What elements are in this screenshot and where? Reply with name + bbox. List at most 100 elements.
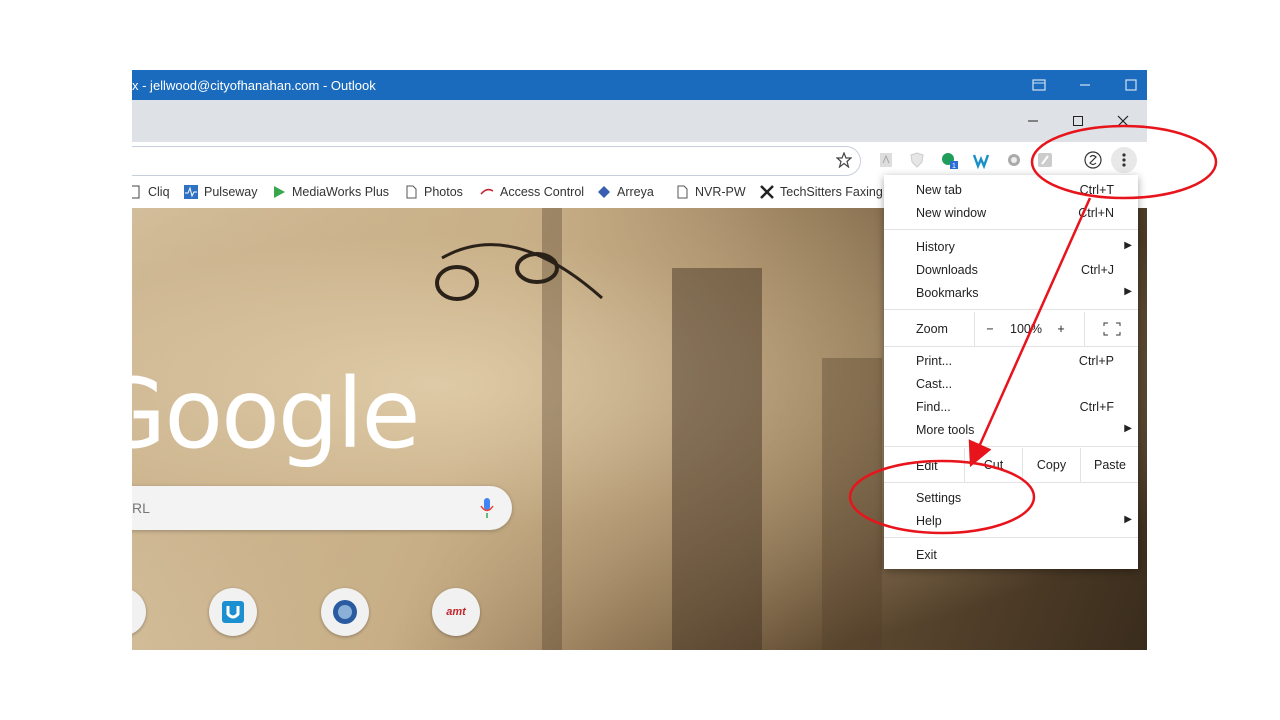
techsitters-icon: [760, 185, 774, 199]
ntp-search-box[interactable]: RL: [132, 486, 512, 530]
fullscreen-icon: [1103, 322, 1121, 336]
bookmark-pulseway[interactable]: Pulseway: [184, 185, 258, 199]
menu-item-help[interactable]: Help ▶: [884, 510, 1138, 533]
fullscreen-button[interactable]: [1084, 312, 1139, 346]
menu-item-more-tools[interactable]: More tools ▶: [884, 419, 1138, 442]
submenu-arrow-icon: ▶: [1124, 423, 1132, 434]
three-dots-vertical-icon: [1122, 153, 1126, 167]
shortcut-tile[interactable]: [209, 588, 257, 636]
menu-item-downloads[interactable]: Downloads Ctrl+J: [884, 259, 1138, 282]
menu-shortcut: Ctrl+N: [1078, 206, 1114, 220]
menu-label: Help: [916, 514, 942, 528]
zoom-in-button[interactable]: +: [1046, 312, 1076, 346]
bookmark-arreya[interactable]: Arreya: [597, 185, 654, 199]
outlook-window-title: x - jellwood@cityofhanahan.com - Outlook: [132, 78, 376, 93]
menu-label: More tools: [916, 423, 975, 437]
bookmark-label: Cliq: [148, 185, 170, 199]
restore-layout-icon[interactable]: [1030, 76, 1048, 94]
menu-item-cast[interactable]: Cast...: [884, 373, 1138, 396]
hanging-sign-image: [435, 243, 603, 301]
minimize-button[interactable]: [1018, 108, 1048, 134]
bookmark-mediaworks[interactable]: MediaWorks Plus: [272, 185, 389, 199]
menu-label: History: [916, 240, 955, 254]
menu-label: Find...: [916, 400, 951, 414]
menu-divider: [884, 482, 1138, 483]
bookmark-label: Pulseway: [204, 185, 258, 199]
copy-label: Copy: [1036, 458, 1067, 472]
zoom-out-button[interactable]: −: [974, 312, 1005, 346]
submenu-arrow-icon: ▶: [1124, 286, 1132, 297]
maximize-icon: [1073, 116, 1083, 126]
bookmark-access-control[interactable]: Access Control: [480, 185, 584, 199]
cliq-icon: [132, 185, 140, 199]
shortcut-tile[interactable]: [321, 588, 369, 636]
menu-item-bookmarks[interactable]: Bookmarks ▶: [884, 282, 1138, 305]
paste-label: Paste: [1094, 458, 1126, 472]
pulseway-icon: [184, 185, 198, 199]
menu-shortcut: Ctrl+T: [1079, 183, 1114, 197]
address-bar[interactable]: [132, 146, 861, 176]
pdf-extension-icon[interactable]: [877, 151, 895, 169]
shortcut-tile[interactable]: amt: [432, 588, 480, 636]
submenu-arrow-icon: ▶: [1124, 514, 1132, 525]
cut-button[interactable]: Cut: [964, 448, 1022, 482]
chrome-toolbar: 1: [132, 142, 1147, 178]
bookmark-label: Access Control: [500, 185, 585, 199]
outlook-title-bar: x - jellwood@cityofhanahan.com - Outlook: [132, 70, 1147, 100]
menu-label: Bookmarks: [916, 286, 979, 300]
bookmark-label: MediaWorks Plus: [292, 185, 390, 199]
maximize-button[interactable]: [1063, 108, 1093, 134]
menu-divider: [884, 346, 1138, 347]
chrome-menu-button[interactable]: [1111, 147, 1137, 173]
menu-label: Downloads: [916, 263, 978, 277]
menu-zoom-row: Zoom − 100% +: [884, 312, 1138, 346]
shield-extension-icon[interactable]: [908, 151, 926, 169]
outlook-maximize-icon[interactable]: [1122, 76, 1140, 94]
bookmark-nvr-pw[interactable]: NVR-PW: [675, 185, 746, 199]
bookmark-techsitters[interactable]: TechSitters Faxing: [760, 185, 883, 199]
google-logo: Google: [132, 358, 421, 470]
menu-label: Print...: [916, 354, 953, 368]
browser-screenshot: x - jellwood@cityofhanahan.com - Outlook…: [132, 70, 1147, 650]
green-dot-extension-icon[interactable]: 1: [940, 151, 958, 169]
bookmark-photos[interactable]: Photos: [404, 185, 463, 199]
copy-button[interactable]: Copy: [1022, 448, 1080, 482]
menu-shortcut: Ctrl+P: [1078, 354, 1114, 368]
menu-item-new-window[interactable]: New window Ctrl+N: [884, 202, 1138, 225]
menu-divider: [884, 309, 1138, 310]
menu-item-find[interactable]: Find... Ctrl+F: [884, 396, 1138, 419]
bookmark-label: TechSitters Faxing: [780, 185, 883, 199]
grey-circle-extension-icon[interactable]: [1005, 151, 1023, 169]
menu-label: New tab: [916, 183, 962, 197]
outlook-minimize-icon[interactable]: [1076, 76, 1094, 94]
minimize-icon: [1028, 120, 1038, 122]
close-icon: [1117, 115, 1129, 127]
menu-item-new-tab[interactable]: New tab Ctrl+T: [884, 179, 1138, 202]
shortcut-tile[interactable]: [132, 588, 146, 636]
star-bookmark-icon[interactable]: [836, 152, 852, 168]
bookmark-label: Photos: [424, 185, 463, 199]
profile-avatar-icon[interactable]: [1084, 151, 1102, 169]
paste-button[interactable]: Paste: [1080, 448, 1139, 482]
menu-item-print[interactable]: Print... Ctrl+P: [884, 350, 1138, 373]
menu-divider: [884, 446, 1138, 447]
menu-item-settings[interactable]: Settings: [884, 487, 1138, 510]
w-extension-icon[interactable]: [972, 151, 990, 169]
zoom-plus: +: [1057, 322, 1065, 336]
zoom-label: Zoom: [916, 322, 948, 336]
zoom-level: 100%: [1010, 322, 1042, 336]
arreya-icon: [598, 186, 610, 198]
close-button[interactable]: [1108, 108, 1138, 134]
menu-divider: [884, 229, 1138, 230]
svg-text:1: 1: [952, 163, 956, 169]
menu-shortcut: Ctrl+F: [1079, 400, 1114, 414]
menu-item-history[interactable]: History ▶: [884, 236, 1138, 259]
bookmark-cliq[interactable]: Cliq: [132, 185, 170, 199]
document-extension-icon[interactable]: [1036, 151, 1054, 169]
microphone-icon[interactable]: [480, 497, 494, 519]
mediaworks-icon: [274, 186, 285, 198]
city-seal-icon: [333, 600, 357, 624]
menu-item-exit[interactable]: Exit: [884, 544, 1138, 567]
menu-label: Settings: [916, 491, 962, 505]
page-icon: [406, 185, 417, 199]
